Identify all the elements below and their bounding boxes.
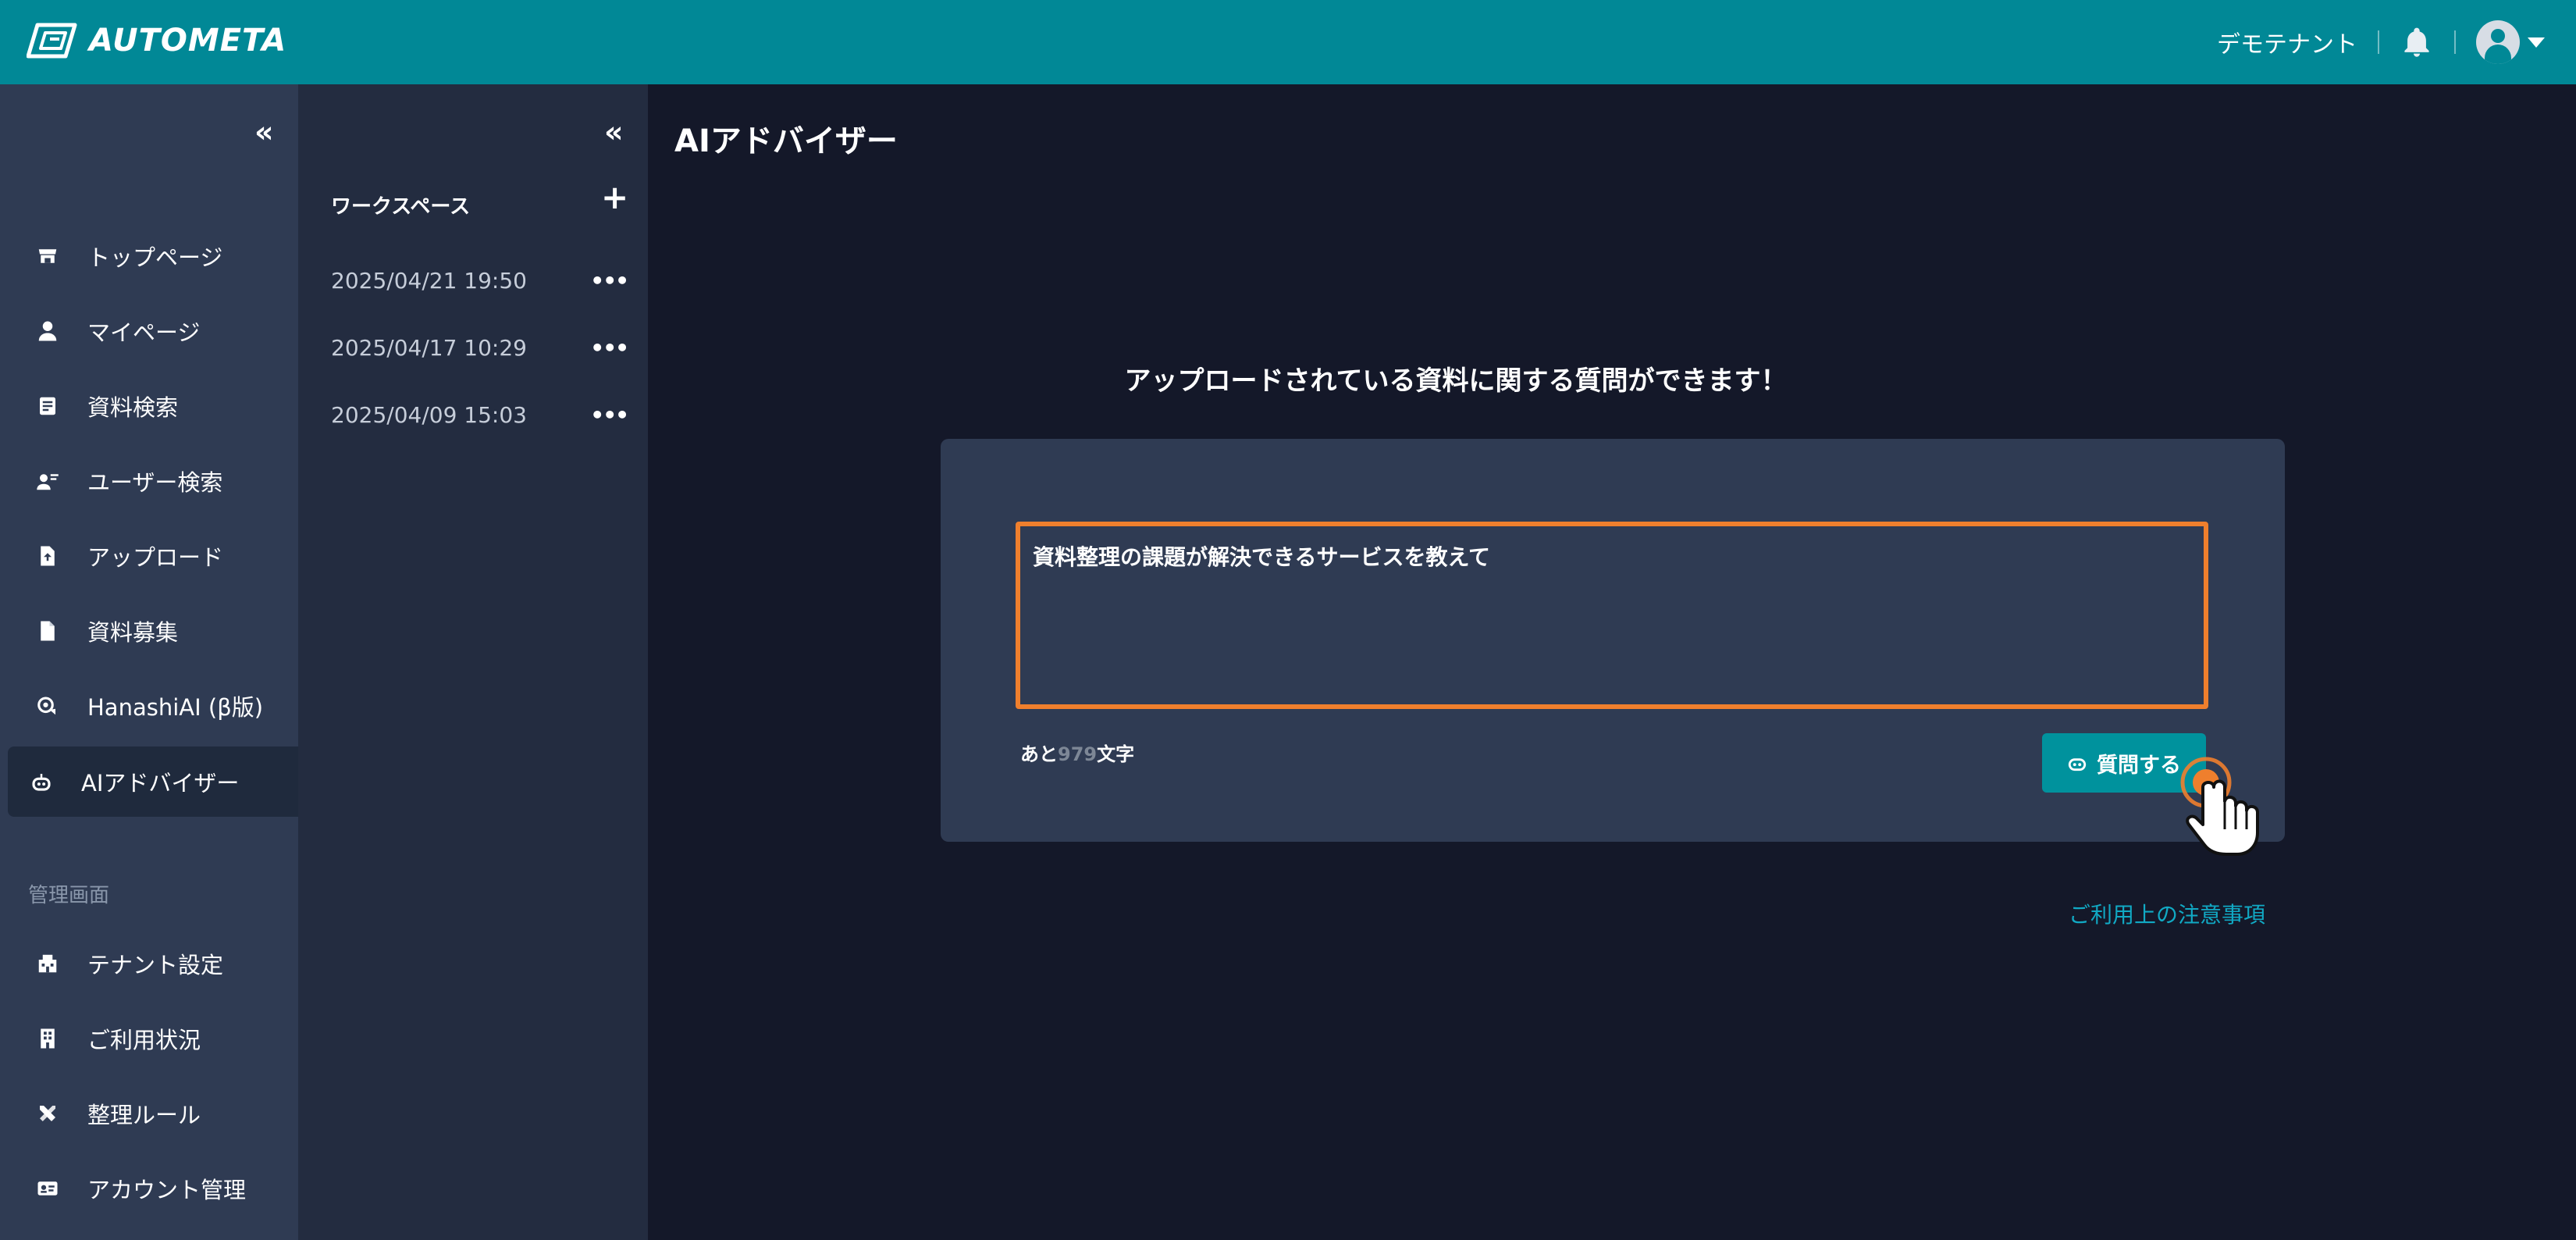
building-icon <box>34 1025 61 1052</box>
building-settings-icon <box>34 950 61 977</box>
sidebar-item-label: マイページ <box>87 319 201 346</box>
usage-notice-link[interactable]: ご利用上の注意事項 <box>2069 898 2265 929</box>
counter-remaining: 979 <box>1058 743 1098 765</box>
bell-icon[interactable] <box>2400 25 2434 59</box>
sidebar-item-label: テナント設定 <box>87 952 224 978</box>
id-card-icon <box>34 1175 61 1202</box>
workspace-item-datetime: 2025/04/17 10:29 <box>331 334 527 361</box>
tools-icon <box>34 1100 61 1127</box>
brand-name: AUTOMETA <box>89 23 287 59</box>
sidebar-item-rules[interactable]: 整理ルール <box>8 1078 298 1149</box>
hand-pointer-icon <box>2180 757 2259 856</box>
tenant-name[interactable]: デモテナント <box>2217 25 2357 59</box>
more-options-icon[interactable]: ••• <box>590 402 629 428</box>
workspace-item[interactable]: 2025/04/09 15:03 ••• <box>331 395 629 434</box>
brand-logo[interactable]: AUTOMETA <box>27 20 286 61</box>
workspace-panel: « ワークスペース + 2025/04/21 19:50 ••• 2025/04… <box>298 84 648 1240</box>
question-input[interactable]: 資料整理の課題が解決できるサービスを教えて <box>1016 522 2208 709</box>
workspace-item-datetime: 2025/04/21 19:50 <box>331 267 527 294</box>
sidebar-item-label: トップページ <box>87 244 223 271</box>
workspace-item-datetime: 2025/04/09 15:03 <box>331 401 527 428</box>
sidebar-item-tenant-settings[interactable]: テナント設定 <box>8 928 298 999</box>
more-options-icon[interactable]: ••• <box>590 335 629 361</box>
header-divider <box>2378 30 2379 54</box>
add-workspace-button[interactable]: + <box>601 181 628 214</box>
sidebar-item-label: ご利用状況 <box>87 1027 201 1053</box>
sidebar-item-label: 資料検索 <box>87 394 179 421</box>
robot-icon <box>28 768 55 795</box>
sidebar-item-user-search[interactable]: ユーザー検索 <box>8 446 298 516</box>
robot-icon <box>2068 758 2087 771</box>
user-icon <box>34 318 61 344</box>
ask-question-label: 質問する <box>2097 753 2181 778</box>
sidebar-item-label: 資料募集 <box>87 619 179 646</box>
user-menu[interactable] <box>2476 20 2545 64</box>
sidebar-item-my-page[interactable]: マイページ <box>8 296 298 366</box>
file-icon <box>34 618 61 644</box>
workspace-title: ワークスペース <box>331 195 471 219</box>
sidebar-item-upload[interactable]: アップロード <box>8 521 298 591</box>
sidebar-item-document-request[interactable]: 資料募集 <box>8 596 298 666</box>
chat-bot-icon <box>34 693 61 719</box>
sidebar-item-document-search[interactable]: 資料検索 <box>8 371 298 441</box>
avatar <box>2476 20 2520 64</box>
sidebar-item-label: ユーザー検索 <box>87 469 223 496</box>
user-search-icon <box>34 468 61 494</box>
intro-text: アップロードされている資料に関する質問ができます！ <box>1124 365 1788 397</box>
store-icon <box>34 243 61 269</box>
sidebar-item-top-page[interactable]: トップページ <box>8 221 298 291</box>
sidebar-item-account-management[interactable]: アカウント管理 <box>8 1153 298 1224</box>
counter-suffix: 文字 <box>1097 743 1135 765</box>
sidebar-item-label: AIアドバイザー <box>81 770 240 796</box>
sidebar-item-label: 整理ルール <box>87 1102 201 1128</box>
question-card: 資料整理の課題が解決できるサービスを教えて あと979文字 質問する <box>941 439 2285 842</box>
sidebar-item-label: HanashiAI (β版) <box>87 694 264 721</box>
page-title: AIアドバイザー <box>674 123 898 159</box>
workspace-collapse-button[interactable]: « <box>604 117 624 147</box>
admin-section-label: 管理画面 <box>28 884 110 907</box>
header-divider <box>2454 30 2456 54</box>
more-options-icon[interactable]: ••• <box>590 268 629 294</box>
character-counter: あと979文字 <box>1020 739 1134 766</box>
document-search-icon <box>34 393 61 419</box>
top-header: AUTOMETA デモテナント <box>0 0 2576 84</box>
sidebar-item-usage[interactable]: ご利用状況 <box>8 1003 298 1074</box>
sidebar: « トップページ マイページ 資料検索 ユーザー検索 アップロード 資料募集 H… <box>0 84 298 1240</box>
sidebar-item-label: アカウント管理 <box>87 1177 247 1203</box>
autometa-logo-icon <box>27 23 77 59</box>
workspace-item[interactable]: 2025/04/21 19:50 ••• <box>331 261 629 300</box>
header-actions: デモテナント <box>2217 17 2545 67</box>
workspace-item[interactable]: 2025/04/17 10:29 ••• <box>331 328 629 367</box>
file-upload-icon <box>34 543 61 569</box>
sidebar-collapse-button[interactable]: « <box>254 117 274 147</box>
chevron-down-icon <box>2528 37 2545 48</box>
sidebar-item-label: アップロード <box>87 544 224 571</box>
sidebar-item-ai-advisor[interactable]: AIアドバイザー <box>8 746 298 817</box>
sidebar-item-hanashi-ai[interactable]: HanashiAI (β版) <box>8 671 298 741</box>
counter-prefix: あと <box>1020 743 1058 765</box>
